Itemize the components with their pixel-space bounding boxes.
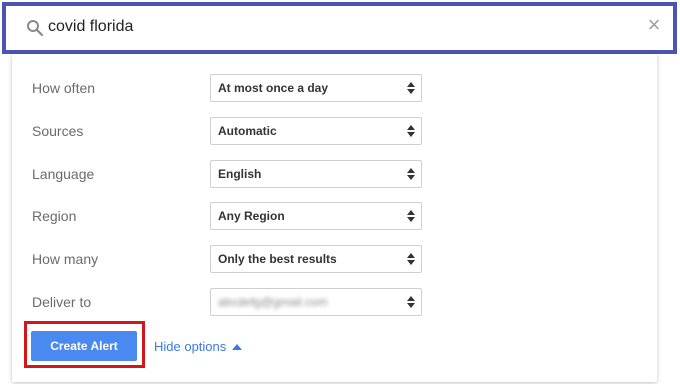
deliver-to-label: Deliver to bbox=[32, 294, 92, 310]
how-many-select[interactable]: Only the best results bbox=[210, 245, 422, 273]
select-arrows-icon bbox=[407, 253, 415, 265]
how-many-label: How many bbox=[32, 251, 99, 267]
caret-up-icon[interactable] bbox=[232, 344, 242, 350]
select-arrows-icon bbox=[407, 168, 415, 180]
search-bar[interactable]: covid florida × bbox=[2, 2, 677, 54]
region-select[interactable]: Any Region bbox=[210, 202, 422, 230]
alert-options-panel: How often At most once a day Sources Aut… bbox=[12, 54, 657, 382]
region-value: Any Region bbox=[218, 209, 285, 223]
deliver-to-select[interactable]: abcdefg@gmail.com bbox=[210, 288, 422, 316]
deliver-to-value: abcdefg@gmail.com bbox=[218, 295, 328, 309]
option-row-how-many: How many Only the best results bbox=[12, 245, 657, 273]
sources-value: Automatic bbox=[218, 124, 277, 138]
search-input[interactable]: covid florida bbox=[48, 18, 133, 36]
option-row-sources: Sources Automatic bbox=[12, 117, 657, 145]
language-label: Language bbox=[32, 166, 95, 182]
sources-label: Sources bbox=[32, 123, 84, 139]
how-often-label: How often bbox=[32, 80, 96, 96]
hide-options-link[interactable]: Hide options bbox=[154, 339, 226, 354]
option-row-how-often: How often At most once a day bbox=[12, 74, 657, 102]
language-value: English bbox=[218, 167, 262, 181]
select-arrows-icon bbox=[407, 82, 415, 94]
how-often-select[interactable]: At most once a day bbox=[210, 74, 422, 102]
option-row-region: Region Any Region bbox=[12, 202, 657, 230]
sources-select[interactable]: Automatic bbox=[210, 117, 422, 145]
select-arrows-icon bbox=[407, 296, 415, 308]
select-arrows-icon bbox=[407, 125, 415, 137]
how-many-value: Only the best results bbox=[218, 252, 337, 266]
create-alert-button[interactable]: Create Alert bbox=[31, 331, 137, 361]
option-row-language: Language English bbox=[12, 160, 657, 188]
language-select[interactable]: English bbox=[210, 160, 422, 188]
option-row-deliver-to: Deliver to abcdefg@gmail.com bbox=[12, 288, 657, 316]
region-label: Region bbox=[32, 208, 77, 224]
select-arrows-icon bbox=[407, 210, 415, 222]
close-icon[interactable]: × bbox=[643, 14, 665, 36]
how-often-value: At most once a day bbox=[218, 81, 329, 95]
search-icon bbox=[27, 20, 44, 37]
